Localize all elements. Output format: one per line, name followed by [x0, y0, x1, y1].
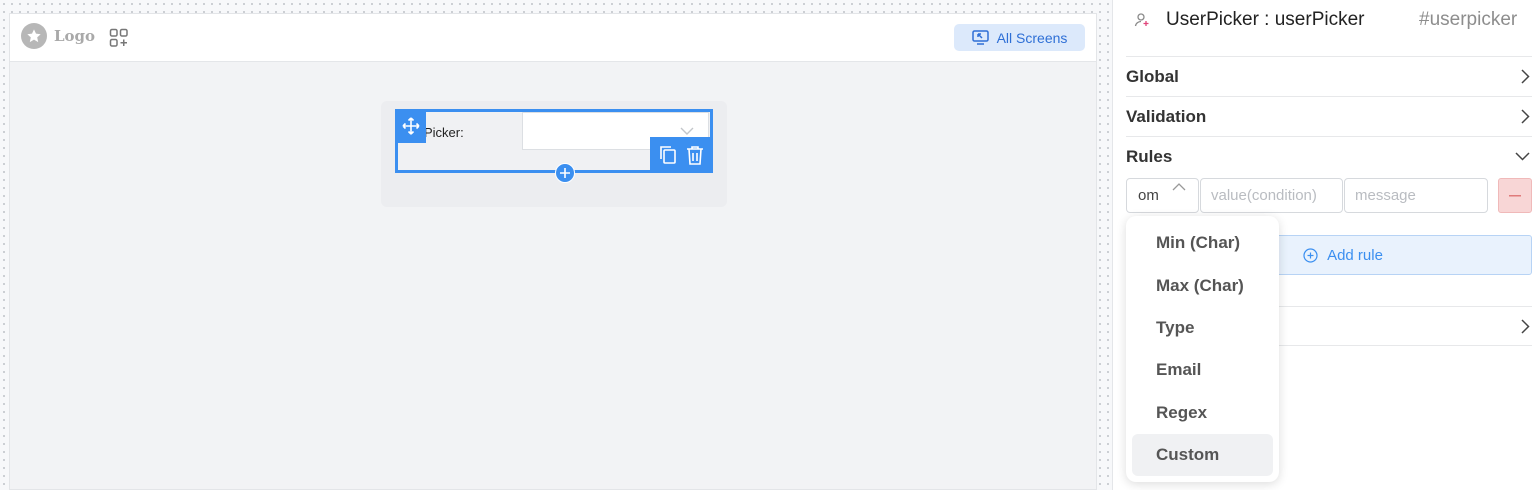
add-widget-icon[interactable]: [109, 28, 129, 48]
plus-icon: [560, 168, 570, 178]
section-title: Global: [1126, 66, 1179, 86]
chevron-right-icon: [1521, 109, 1530, 124]
section-global[interactable]: Global: [1126, 56, 1532, 96]
rule-message-input[interactable]: [1344, 178, 1488, 213]
minus-icon: [1509, 194, 1521, 196]
user-add-icon: [1134, 13, 1149, 27]
chevron-down-icon: [1515, 152, 1530, 161]
dropdown-option-regex[interactable]: Regex: [1132, 392, 1273, 434]
plus-circle-icon: [1303, 247, 1318, 263]
chevron-right-icon: [1521, 318, 1530, 334]
app-logo: Logo: [21, 23, 95, 49]
widget-container: Picker:: [381, 101, 727, 207]
widget-actions: [650, 137, 713, 173]
section-validation[interactable]: Validation: [1126, 96, 1532, 136]
rule-type-select[interactable]: om: [1126, 178, 1199, 213]
chevron-right-icon: [1521, 69, 1530, 84]
dropdown-option-min-char[interactable]: Min (Char): [1132, 222, 1273, 264]
dropdown-option-email[interactable]: Email: [1132, 349, 1273, 391]
chevron-up-icon: [1172, 183, 1186, 191]
canvas-header: Logo All Screens: [10, 14, 1096, 62]
component-id: #userpicker: [1419, 9, 1518, 30]
logo-text: Logo: [54, 27, 96, 45]
selected-user-picker-widget[interactable]: Picker:: [395, 109, 713, 183]
design-canvas[interactable]: Logo All Screens Picker:: [9, 13, 1097, 490]
widget-label: Picker:: [424, 125, 464, 140]
remove-rule-button[interactable]: [1498, 178, 1532, 213]
screens-icon: [971, 30, 989, 45]
rule-value-input[interactable]: [1200, 178, 1343, 213]
add-rule-label: Add rule: [1327, 246, 1383, 264]
properties-panel: UserPicker : userPicker #userpicker Glob…: [1112, 0, 1540, 490]
delete-icon[interactable]: [686, 145, 704, 165]
duplicate-icon[interactable]: [659, 145, 677, 165]
component-title: UserPicker : userPicker: [1166, 9, 1365, 30]
section-title: Rules: [1126, 146, 1173, 166]
add-below-button[interactable]: [555, 163, 575, 183]
dropdown-option-max-char[interactable]: Max (Char): [1132, 264, 1273, 306]
move-handle-icon[interactable]: [395, 109, 426, 143]
rule-type-dropdown: Min (Char) Max (Char) Type Email Regex C…: [1126, 216, 1279, 482]
logo-star-icon: [21, 23, 47, 49]
rule-type-value: om: [1138, 187, 1159, 204]
panel-header: UserPicker : userPicker #userpicker: [1113, 0, 1540, 42]
section-rules[interactable]: Rules: [1126, 136, 1532, 176]
all-screens-label: All Screens: [996, 29, 1068, 46]
dropdown-option-custom[interactable]: Custom: [1132, 433, 1273, 477]
chevron-down-icon: [680, 127, 694, 135]
rule-row: om: [1126, 178, 1532, 213]
all-screens-button[interactable]: All Screens: [954, 24, 1085, 51]
dropdown-option-type[interactable]: Type: [1132, 307, 1273, 349]
section-title: Validation: [1126, 106, 1207, 126]
